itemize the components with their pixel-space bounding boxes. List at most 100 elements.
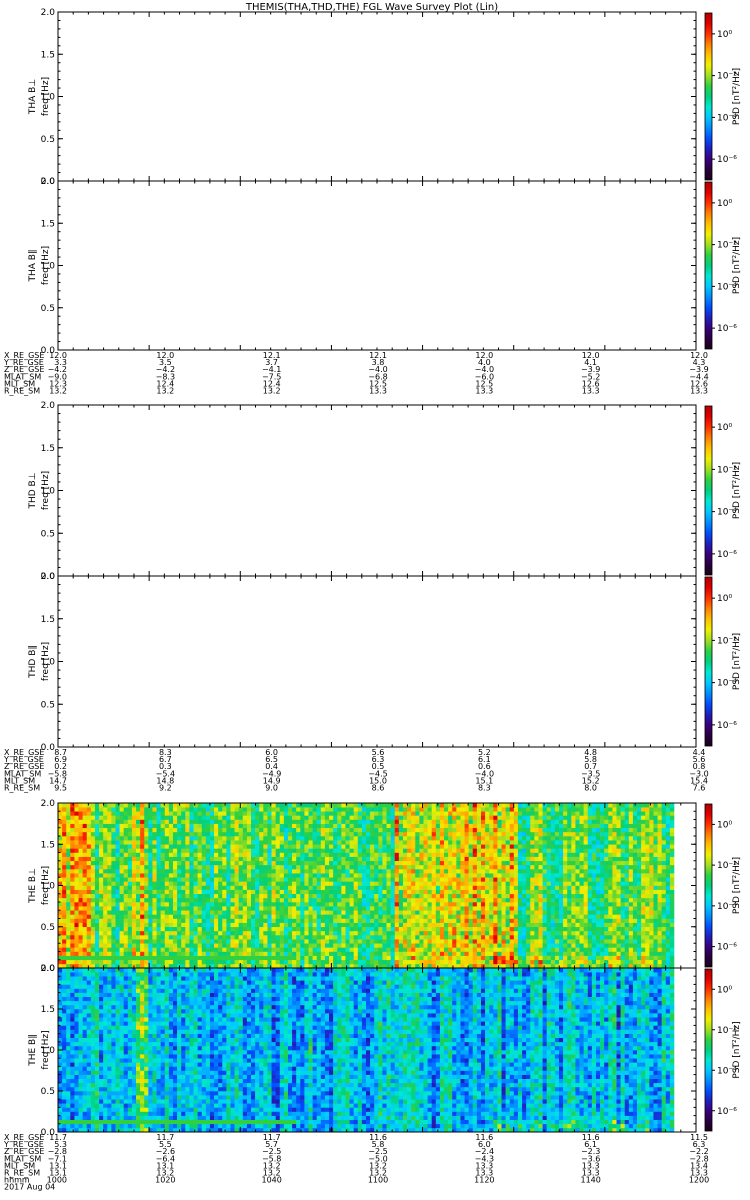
spectrogram-cell [111, 823, 116, 829]
spectrogram-cell [189, 844, 194, 849]
spectrogram-cell [464, 951, 469, 956]
spectrogram-cell [489, 951, 494, 956]
spectrogram-cell [357, 831, 363, 837]
spectrogram-cell [292, 836, 297, 841]
spectrogram-cell [226, 947, 231, 952]
spectrogram-cell [382, 881, 387, 886]
spectrogram-cell [386, 902, 391, 907]
spectrogram-cell [140, 807, 145, 812]
spectrogram-cell [74, 836, 79, 841]
spectrogram-cell [427, 897, 433, 903]
spectrogram-cell [66, 881, 71, 886]
spectrogram-cell [144, 910, 149, 915]
spectrogram-cell [275, 889, 281, 895]
spectrogram-cell [279, 864, 285, 870]
spectrogram-cell [140, 935, 145, 940]
spectrogram-cell [127, 951, 133, 956]
spectrogram-cell [386, 852, 391, 857]
spectrogram-cell [316, 951, 322, 956]
spectrogram-cell [320, 947, 326, 952]
spectrogram-cell [386, 959, 391, 965]
spectrogram-cell [119, 902, 125, 907]
spectrogram-cell [267, 893, 272, 899]
spectrogram-cell [386, 885, 391, 890]
spectrogram-cell [234, 910, 239, 915]
spectrogram-cell [263, 918, 268, 923]
spectrogram-cell [205, 840, 211, 845]
spectrogram-cell [189, 803, 194, 808]
spectrogram-cell [419, 803, 424, 808]
spectrogram-cells [58, 803, 675, 969]
spectrogram-cell [78, 893, 83, 899]
spectrogram-cell [70, 910, 75, 915]
spectrogram-cell [407, 815, 412, 820]
spectrogram-cell [324, 914, 330, 919]
spectrogram-cell [444, 906, 449, 911]
spectrogram-cell [172, 914, 178, 919]
spectrogram-cell [378, 844, 383, 849]
spectrogram-cell [370, 831, 375, 837]
spectrogram-cell [366, 893, 371, 899]
spectrogram-cell [431, 893, 437, 899]
spectrogram-cell [444, 852, 449, 857]
spectrogram-cell [181, 943, 186, 948]
spectrogram-cell [115, 902, 120, 907]
spectrogram-cell [312, 840, 318, 845]
spectrogram-cell [370, 897, 375, 903]
spectrogram-cell [345, 807, 350, 812]
spectrogram-cell [185, 914, 190, 919]
spectrogram-cell [337, 943, 342, 948]
spectrogram-cell [255, 836, 260, 841]
spectrogram-cell [333, 881, 338, 886]
spectrogram-cell [402, 955, 408, 961]
spectrogram-cell [103, 951, 108, 956]
spectrogram-cell [493, 910, 498, 915]
spectrogram-cell [402, 951, 408, 956]
spectrogram-cell [263, 860, 268, 866]
spectrogram-cell [119, 844, 125, 849]
spectrogram-cell [152, 897, 157, 903]
spectrogram-cell [111, 873, 116, 878]
spectrogram-cell [456, 819, 461, 824]
spectrogram-cell [419, 852, 424, 857]
spectrogram-cell [164, 881, 170, 886]
spectrogram-cell [320, 819, 326, 824]
spectrogram-cell [489, 811, 494, 816]
spectrogram-cell [382, 864, 387, 870]
spectrogram-cell [390, 897, 396, 903]
spectrogram-cell [472, 910, 478, 915]
spectrogram-cell [267, 803, 272, 808]
spectrogram-cell [333, 889, 338, 895]
spectrogram-cell [70, 807, 75, 812]
spectrogram-cell [275, 939, 281, 944]
spectrogram-cell [86, 930, 92, 936]
spectrogram-cell [152, 930, 157, 936]
spectrogram-cell [320, 844, 326, 849]
spectrogram-cell [464, 935, 469, 940]
spectrogram-cell [485, 852, 490, 857]
spectrogram-cell [234, 819, 239, 824]
spectrogram-cell [435, 877, 441, 882]
spectrogram-cell [444, 959, 449, 965]
spectrogram-cell [226, 959, 231, 965]
spectrogram-cell [230, 910, 235, 915]
spectrogram-cell [226, 807, 231, 812]
spectrogram-cell [419, 840, 424, 845]
spectrogram-cell [209, 926, 215, 932]
spectrogram-cell [448, 811, 453, 816]
spectrogram-cell [181, 852, 186, 857]
spectrogram-cell [460, 807, 465, 812]
spectrogram-cell [382, 836, 387, 841]
spectrogram-cell [103, 939, 108, 944]
spectrogram-cell [119, 922, 125, 928]
spectrogram-cell [312, 831, 318, 837]
spectrogram-cell [312, 947, 318, 952]
spectrogram-cell [222, 939, 227, 944]
spectrogram-cell [427, 836, 433, 841]
panel-frame [57, 404, 697, 577]
spectrogram-cell [242, 930, 248, 936]
spectrogram-cell [349, 885, 354, 890]
spectrogram-cell [275, 827, 281, 833]
spectrogram-cell [230, 902, 235, 907]
spectrogram-cell [222, 819, 227, 824]
